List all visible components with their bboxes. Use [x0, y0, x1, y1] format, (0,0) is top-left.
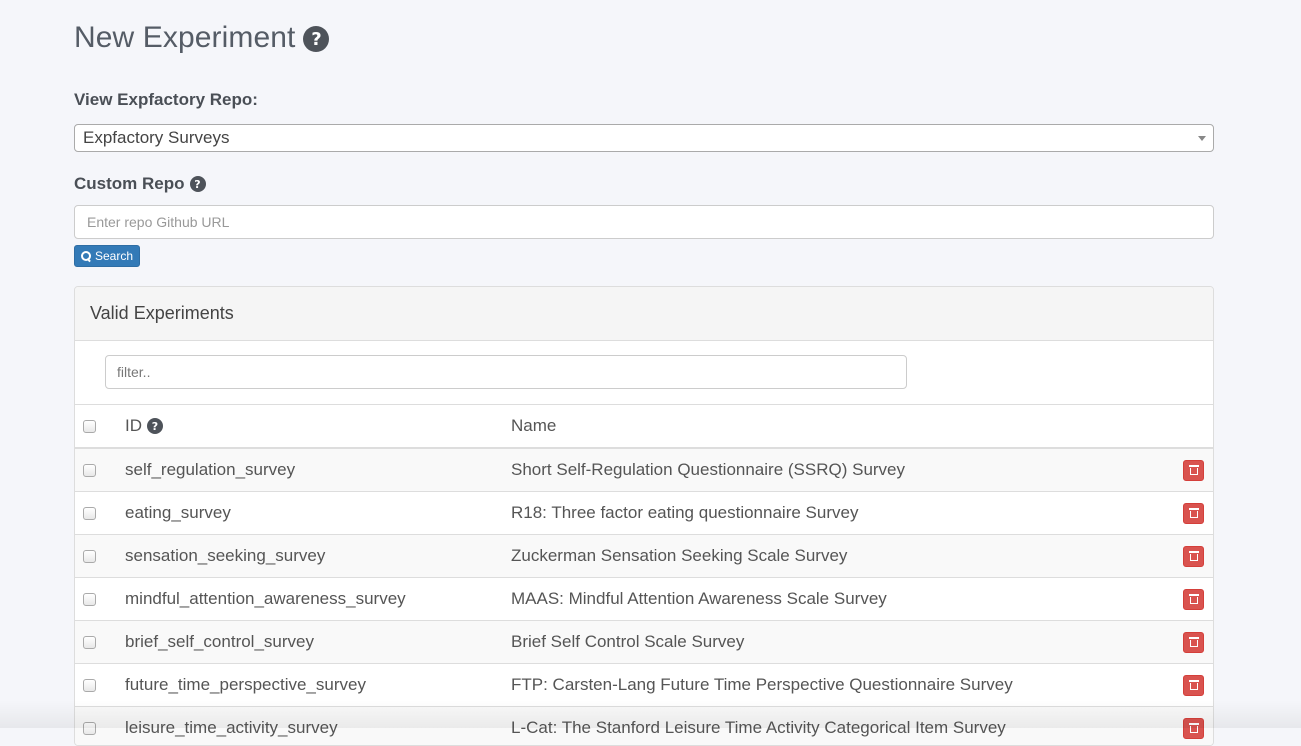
- custom-repo-label: Custom Repo ?: [74, 172, 206, 196]
- experiment-name: MAAS: Mindful Attention Awareness Scale …: [511, 589, 887, 608]
- repo-select[interactable]: Expfactory Surveys: [74, 124, 1214, 152]
- trash-icon: [1188, 508, 1199, 518]
- delete-button[interactable]: [1183, 717, 1204, 739]
- table-row[interactable]: brief_self_control_survey Brief Self Con…: [75, 621, 1213, 664]
- delete-button[interactable]: [1183, 674, 1204, 696]
- table-row[interactable]: leisure_time_activity_survey L-Cat: The …: [75, 707, 1213, 745]
- experiment-id: mindful_attention_awareness_survey: [125, 589, 406, 608]
- id-column-header[interactable]: ID ?: [125, 416, 163, 436]
- row-checkbox[interactable]: [83, 635, 96, 649]
- select-all-checkbox[interactable]: [83, 419, 96, 433]
- row-checkbox[interactable]: [83, 592, 96, 606]
- search-button-label: Search: [95, 249, 134, 263]
- delete-button[interactable]: [1183, 588, 1204, 610]
- experiment-id: future_time_perspective_survey: [125, 675, 366, 694]
- filter-area: [75, 341, 1213, 405]
- page-title: New Experiment: [74, 21, 296, 54]
- question-circle-icon[interactable]: ?: [303, 26, 330, 52]
- row-checkbox[interactable]: [83, 463, 96, 477]
- id-header-label: ID: [125, 416, 142, 435]
- table-header: ID ? Name: [75, 405, 1213, 449]
- row-checkbox[interactable]: [83, 549, 96, 563]
- search-button[interactable]: Search: [74, 245, 141, 267]
- experiments-table: ID ? Name self_regulation_survey Short S…: [75, 405, 1213, 745]
- repo-select-label: View Expfactory Repo:: [74, 90, 258, 109]
- trash-icon: [1188, 465, 1199, 475]
- experiment-name: Short Self-Regulation Questionnaire (SSR…: [511, 460, 906, 479]
- table-row[interactable]: future_time_perspective_survey FTP: Cars…: [75, 664, 1213, 707]
- table-row[interactable]: sensation_seeking_survey Zuckerman Sensa…: [75, 535, 1213, 578]
- trash-icon: [1188, 551, 1199, 561]
- table-row[interactable]: self_regulation_survey Short Self-Regula…: [75, 449, 1213, 492]
- experiment-id: self_regulation_survey: [125, 460, 296, 479]
- trash-icon: [1188, 594, 1199, 604]
- search-icon: [81, 251, 91, 261]
- panel-heading: Valid Experiments: [75, 287, 1213, 341]
- experiment-name: Zuckerman Sensation Seeking Scale Survey: [511, 546, 848, 565]
- filter-input[interactable]: [105, 355, 907, 389]
- valid-experiments-panel: Valid Experiments ID ? Name self_regulat…: [74, 286, 1214, 746]
- experiment-name: FTP: Carsten-Lang Future Time Perspectiv…: [511, 675, 1013, 694]
- experiment-id: sensation_seeking_survey: [125, 546, 326, 565]
- row-checkbox[interactable]: [83, 678, 96, 692]
- table-row[interactable]: mindful_attention_awareness_survey MAAS:…: [75, 578, 1213, 621]
- trash-icon: [1188, 637, 1199, 647]
- trash-icon: [1188, 723, 1199, 733]
- experiment-name: L-Cat: The Stanford Leisure Time Activit…: [511, 718, 1006, 737]
- row-checkbox[interactable]: [83, 506, 96, 520]
- experiment-id: brief_self_control_survey: [125, 632, 314, 651]
- table-row[interactable]: eating_survey R18: Three factor eating q…: [75, 492, 1213, 535]
- row-checkbox[interactable]: [83, 721, 96, 735]
- question-circle-icon[interactable]: ?: [189, 176, 206, 192]
- experiment-id: leisure_time_activity_survey: [125, 718, 338, 737]
- chevron-down-icon: [1198, 136, 1206, 141]
- repo-url-input[interactable]: [74, 205, 1214, 239]
- experiment-name: Brief Self Control Scale Survey: [511, 632, 745, 651]
- experiment-name: R18: Three factor eating questionnaire S…: [511, 503, 859, 522]
- trash-icon: [1188, 680, 1199, 690]
- experiment-id: eating_survey: [125, 503, 231, 522]
- delete-button[interactable]: [1183, 502, 1204, 524]
- delete-button[interactable]: [1183, 631, 1204, 653]
- title-row: New Experiment ?: [74, 18, 330, 58]
- name-column-header[interactable]: Name: [511, 416, 556, 436]
- delete-button[interactable]: [1183, 459, 1204, 481]
- delete-button[interactable]: [1183, 545, 1204, 567]
- repo-select-value: Expfactory Surveys: [83, 128, 230, 147]
- question-circle-icon[interactable]: ?: [147, 418, 163, 434]
- custom-repo-label-text: Custom Repo: [74, 174, 185, 193]
